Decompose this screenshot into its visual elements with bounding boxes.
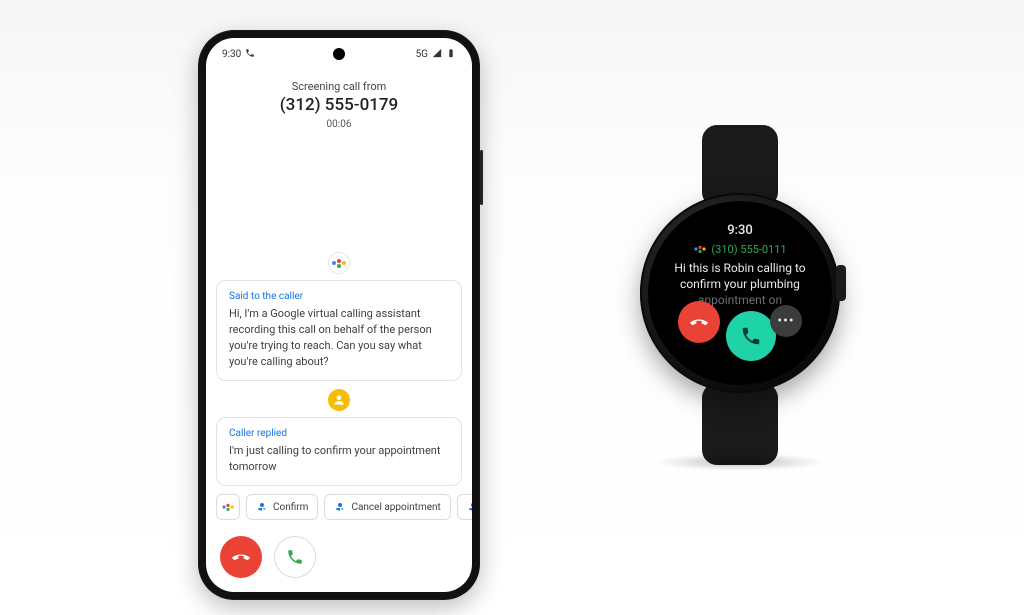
caller-number: (312) 555-0179 xyxy=(206,95,472,115)
conversation-pane: Said to the caller Hi, I'm a Google virt… xyxy=(206,130,472,486)
answer-button[interactable] xyxy=(274,536,316,578)
screening-from-label: Screening call from xyxy=(206,80,472,93)
watch-caller-number: (310) 555-0111 xyxy=(711,243,786,256)
caller-avatar xyxy=(328,389,350,411)
watch-shadow xyxy=(655,453,825,471)
watch-decline-button[interactable] xyxy=(678,301,720,343)
confirm-chip-label: Confirm xyxy=(273,502,308,513)
assistant-message-text: Hi, I'm a Google virtual calling assista… xyxy=(229,306,449,370)
cancel-appointment-chip[interactable]: Cancel appointment xyxy=(324,494,450,520)
phone-icon xyxy=(740,325,762,347)
assistant-chip-lead[interactable] xyxy=(216,494,240,520)
watch-action-row: ••• xyxy=(648,301,832,363)
phone-status-icon xyxy=(245,48,255,61)
watch-transcript-line2: confirm your plumbing xyxy=(680,277,800,291)
person-icon xyxy=(332,393,346,407)
phone-device-frame: 9:30 5G Screening call from (312) 555-01… xyxy=(198,30,480,600)
watch-transcript-line1: Hi this is Robin calling to xyxy=(674,261,805,275)
assistant-message-card: Said to the caller Hi, I'm a Google virt… xyxy=(216,280,462,381)
voice-icon xyxy=(256,501,268,513)
assistant-avatar xyxy=(328,252,350,274)
confirm-chip[interactable]: Confirm xyxy=(246,494,318,520)
phone-screen: 9:30 5G Screening call from (312) 555-01… xyxy=(206,38,472,592)
google-assistant-icon xyxy=(222,501,233,512)
watch-time: 9:30 xyxy=(727,223,753,238)
watch-face: 9:30 (310) 555-0111 Hi this is Robin cal… xyxy=(648,201,832,385)
phone-icon xyxy=(286,548,304,566)
call-action-row xyxy=(206,528,472,592)
hang-up-button[interactable] xyxy=(220,536,262,578)
watch-crown[interactable] xyxy=(836,265,846,301)
network-label: 5G xyxy=(416,49,428,60)
more-icon: ••• xyxy=(777,313,794,329)
signal-icon xyxy=(432,48,442,61)
hang-up-icon xyxy=(689,312,709,332)
caller-message-card: Caller replied I'm just calling to confi… xyxy=(216,417,462,486)
watch-caller-row: (310) 555-0111 xyxy=(693,242,786,256)
call-duration: 00:06 xyxy=(206,119,472,130)
call-header: Screening call from (312) 555-0179 00:06 xyxy=(206,80,472,130)
google-assistant-icon xyxy=(695,243,706,254)
watch-body: 9:30 (310) 555-0111 Hi this is Robin cal… xyxy=(640,193,840,393)
partial-chip[interactable]: I'l xyxy=(457,494,472,520)
reply-chip-row[interactable]: Confirm Cancel appointment I'l xyxy=(206,486,472,528)
caller-message-text: I'm just calling to confirm your appoint… xyxy=(229,443,449,475)
watch-accept-button[interactable] xyxy=(726,311,776,361)
cancel-appointment-chip-label: Cancel appointment xyxy=(351,502,440,513)
watch-more-button[interactable]: ••• xyxy=(770,305,802,337)
battery-icon xyxy=(446,48,456,61)
watch-device: 9:30 (310) 555-0111 Hi this is Robin cal… xyxy=(630,125,850,465)
front-camera-dot xyxy=(333,48,345,60)
google-assistant-icon xyxy=(332,256,346,270)
hang-up-icon xyxy=(231,547,251,567)
caller-message-label: Caller replied xyxy=(229,428,449,439)
assistant-message-label: Said to the caller xyxy=(229,291,449,302)
voice-icon xyxy=(334,501,346,513)
status-time: 9:30 xyxy=(222,49,241,60)
voice-icon xyxy=(467,501,472,513)
